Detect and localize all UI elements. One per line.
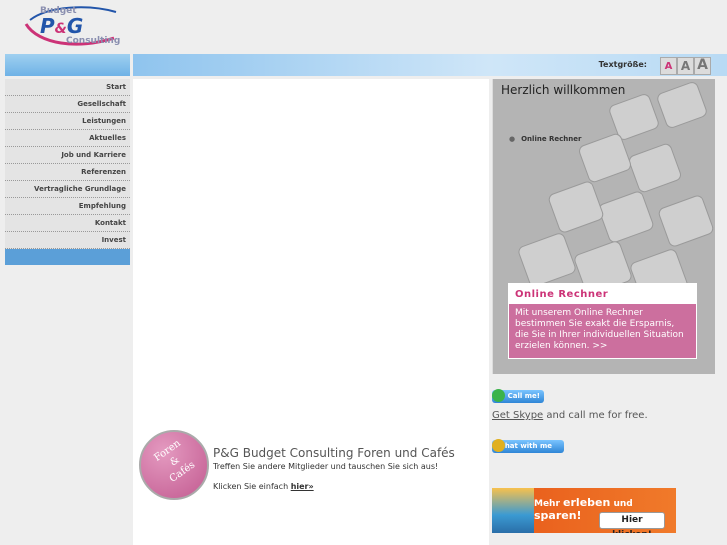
- text-size-medium-button[interactable]: A: [677, 57, 694, 75]
- main-navigation: Start Gesellschaft Leistungen Aktuelles …: [5, 79, 130, 265]
- banner-image: [492, 488, 534, 533]
- foren-here-link[interactable]: hier»: [291, 482, 314, 491]
- foren-badge[interactable]: Foren & Cafés: [139, 430, 209, 500]
- nav-item-aktuelles[interactable]: Aktuelles: [5, 130, 130, 147]
- logo-pg-text: P&G: [40, 14, 84, 38]
- nav-item-leistungen[interactable]: Leistungen: [5, 113, 130, 130]
- promo-banner[interactable]: Mehr erleben und sparen! Hier klicken!: [492, 488, 676, 533]
- nav-item-gesellschaft[interactable]: Gesellschaft: [5, 96, 130, 113]
- promo-text: Mit unserem Online Rechner bestimmen Sie…: [515, 308, 684, 351]
- foren-click-line: Klicken Sie einfach hier»: [213, 482, 314, 491]
- promo-heading: Online Rechner: [509, 284, 696, 304]
- foren-badge-text: Foren & Cafés: [152, 437, 198, 485]
- welcome-title: Herzlich willkommen: [501, 83, 626, 97]
- nav-footer-bar: [5, 249, 130, 265]
- online-rechner-promo[interactable]: Online Rechner Mit unserem Online Rechne…: [508, 283, 697, 359]
- main-content: Foren & Cafés P&G Budget Consulting Fore…: [133, 79, 489, 545]
- nav-item-start[interactable]: Start: [5, 79, 130, 96]
- skype-chat-icon: [492, 439, 505, 452]
- banner-click-button[interactable]: Hier klicken!: [599, 512, 665, 533]
- text-size-large-button[interactable]: A: [694, 57, 711, 75]
- header-bar: Textgröße: A A A: [133, 54, 727, 76]
- skype-chat-button[interactable]: Chat with me: [492, 439, 564, 453]
- skype-phone-icon: [492, 389, 505, 402]
- skype-call-button[interactable]: Call me!: [492, 389, 544, 403]
- site-logo[interactable]: Budget P&G Consulting: [18, 2, 128, 48]
- nav-item-invest[interactable]: Invest: [5, 232, 130, 249]
- nav-item-kontakt[interactable]: Kontakt: [5, 215, 130, 232]
- get-skype-link[interactable]: Get Skype: [492, 410, 543, 421]
- get-skype-line: Get Skype and call me for free.: [492, 410, 648, 421]
- text-size-small-button[interactable]: A: [660, 57, 677, 75]
- nav-item-empfehlung[interactable]: Empfehlung: [5, 198, 130, 215]
- foren-title: P&G Budget Consulting Foren und Cafés: [213, 446, 455, 460]
- nav-item-job-und-karriere[interactable]: Job und Karriere: [5, 147, 130, 164]
- logo-consulting-text: Consulting: [66, 36, 121, 46]
- nav-item-vertragliche-grundlage[interactable]: Vertragliche Grundlage: [5, 181, 130, 198]
- header-bar-left: [5, 54, 130, 76]
- foren-subtitle: Treffen Sie andere Mitglieder und tausch…: [213, 462, 439, 471]
- online-rechner-link[interactable]: Online Rechner: [509, 135, 581, 143]
- welcome-panel: Herzlich willkommen Online Rechner Onlin…: [492, 79, 715, 374]
- nav-item-referenzen[interactable]: Referenzen: [5, 164, 130, 181]
- text-size-label: Textgröße:: [598, 60, 647, 69]
